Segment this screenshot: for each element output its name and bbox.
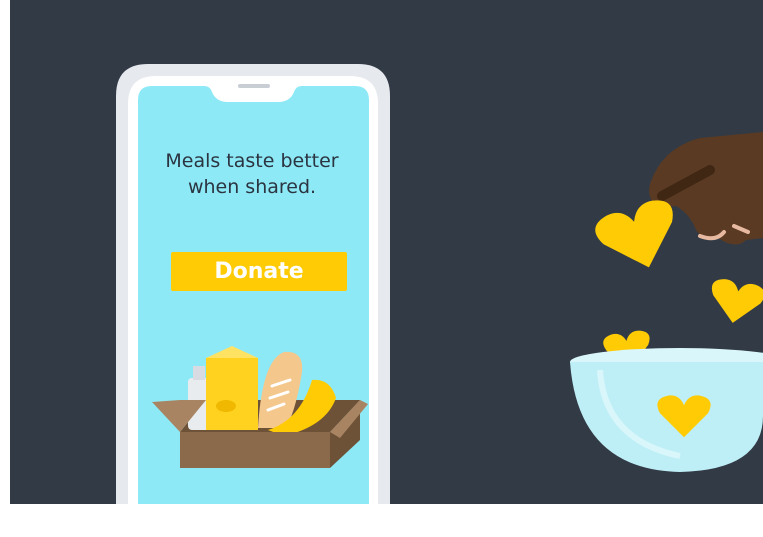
illustration-canvas (10, 0, 763, 504)
carton-label (216, 400, 236, 412)
headline-line-1: Meals taste better (165, 150, 339, 172)
box-front (180, 432, 330, 468)
headline: Meals taste better when shared. (146, 148, 358, 200)
phone-speaker (238, 84, 270, 88)
bottle-neck (193, 366, 205, 380)
headline-line-2: when shared. (187, 176, 317, 198)
juice-carton (206, 358, 258, 430)
donation-illustration: Meals taste better when shared. Donate (0, 0, 763, 537)
donate-button[interactable]: Donate (171, 252, 347, 291)
